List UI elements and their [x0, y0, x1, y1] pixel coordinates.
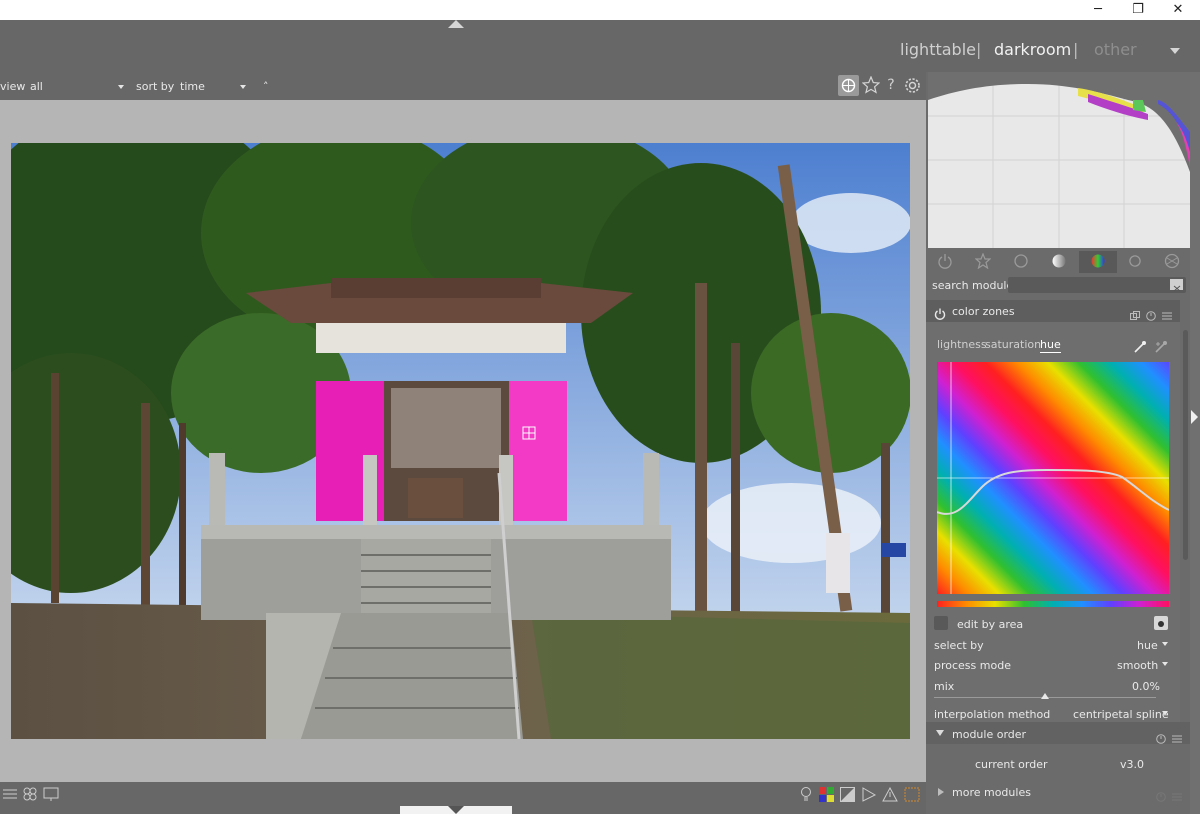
overexposed-icon[interactable] [904, 787, 920, 806]
module-order-title: module order [952, 728, 1027, 741]
process-mode-label: process mode [934, 659, 1011, 672]
interpolation-value[interactable]: centripetal spline [1073, 708, 1169, 721]
color-icon[interactable] [1090, 253, 1106, 273]
view-separator: | [976, 40, 982, 59]
tone-icon[interactable] [1051, 253, 1067, 273]
presets-menu-icon[interactable] [1172, 787, 1182, 806]
mix-slider-handle[interactable] [1041, 693, 1049, 699]
view-filter-select[interactable]: all [30, 80, 43, 93]
correct-icon[interactable] [1127, 253, 1143, 273]
effect-icon[interactable] [1164, 253, 1180, 273]
lightbulb-icon[interactable] [798, 786, 814, 806]
close-button[interactable]: ✕ [1158, 0, 1198, 20]
sort-order-toggle[interactable]: ˄ [263, 80, 269, 93]
sort-by-label: sort by [136, 80, 175, 93]
select-by-label: select by [934, 639, 984, 652]
chevron-down-icon[interactable] [118, 85, 124, 89]
chevron-down-icon[interactable] [240, 85, 246, 89]
star-icon[interactable] [861, 75, 881, 98]
reset-icon[interactable] [1156, 787, 1166, 806]
process-mode-value[interactable]: smooth [1117, 659, 1158, 672]
chevron-down-icon[interactable] [1162, 711, 1168, 715]
help-icon[interactable]: ? [884, 77, 898, 93]
current-order-label: current order [975, 758, 1048, 771]
tab-saturation[interactable]: saturation [985, 338, 1041, 351]
focus-peaking-button[interactable] [838, 75, 859, 96]
collapse-right-arrow-icon[interactable] [1191, 410, 1198, 424]
chevron-down-icon[interactable] [1162, 642, 1168, 646]
grid-icon [841, 78, 856, 93]
view-filter-label: view [0, 80, 26, 93]
mix-label: mix [934, 680, 955, 693]
star-icon[interactable] [974, 252, 992, 273]
display-mask-button[interactable] [1154, 616, 1168, 630]
sort-by-select[interactable]: time [180, 80, 205, 93]
mix-value: 0.0% [1132, 680, 1160, 693]
warning-icon[interactable] [882, 786, 898, 806]
set-values-picker-icon[interactable] [1154, 339, 1168, 358]
view-other[interactable]: other [1094, 40, 1137, 59]
color-picker-icon[interactable] [1133, 339, 1147, 358]
minimize-button[interactable]: ─ [1078, 0, 1118, 20]
clear-search-icon[interactable] [1170, 279, 1183, 292]
circle-icon[interactable] [1013, 253, 1029, 273]
view-separator: | [1073, 40, 1079, 59]
second-window-icon[interactable] [43, 786, 61, 806]
styles-icon[interactable] [22, 786, 38, 806]
gear-icon[interactable] [904, 77, 921, 98]
panel-scrollbar[interactable] [1183, 330, 1188, 560]
edit-by-area-checkbox[interactable] [934, 616, 948, 630]
presets-menu-icon[interactable] [1172, 729, 1182, 748]
restore-button[interactable]: ❐ [1118, 0, 1158, 20]
interpolation-label: interpolation method [934, 708, 1051, 721]
select-by-value[interactable]: hue [1137, 639, 1158, 652]
expand-down-icon[interactable] [936, 730, 944, 736]
window-title-bar [0, 0, 1200, 20]
reset-icon[interactable] [1156, 729, 1166, 748]
current-order-value: v3.0 [1120, 758, 1145, 771]
expand-right-icon[interactable] [938, 788, 944, 796]
view-lighttable[interactable]: lighttable [900, 40, 976, 59]
softproof-icon[interactable] [819, 787, 834, 802]
menu-icon[interactable] [2, 786, 18, 806]
histogram[interactable] [928, 72, 1190, 248]
search-module-label: search module [932, 279, 1014, 292]
photo-shrine[interactable] [11, 143, 910, 739]
view-darkroom[interactable]: darkroom [994, 40, 1071, 59]
chevron-down-icon[interactable] [1162, 662, 1168, 666]
power-icon[interactable] [937, 253, 953, 273]
hue-bar [937, 601, 1169, 607]
edit-by-area-label: edit by area [957, 618, 1024, 631]
views-dropdown-icon[interactable] [1170, 48, 1180, 54]
more-modules-title[interactable]: more modules [952, 786, 1031, 799]
hue-curve-graph[interactable] [937, 362, 1169, 594]
module-title: color zones [952, 305, 1015, 318]
tab-lightness[interactable]: lightness [937, 338, 987, 351]
collapse-bottom-arrow-icon[interactable] [448, 806, 464, 814]
right-edge-strip [1190, 72, 1200, 814]
tab-hue[interactable]: hue [1040, 338, 1061, 353]
guides-icon[interactable] [861, 787, 877, 806]
collapse-top-arrow-icon[interactable] [448, 20, 464, 28]
gamut-check-icon[interactable] [840, 787, 855, 806]
search-module-input[interactable] [1008, 277, 1186, 293]
